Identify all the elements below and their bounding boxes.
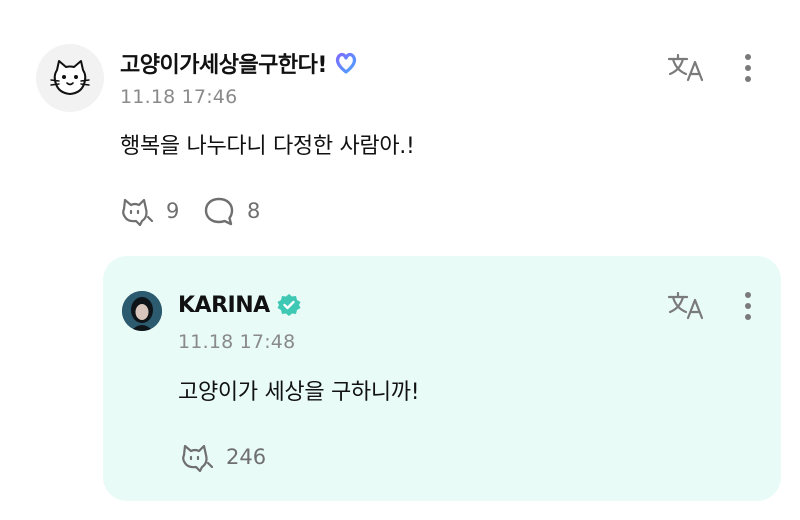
speech-bubble-icon	[204, 197, 234, 226]
reply-like-button[interactable]: 246	[178, 441, 266, 473]
reply-like-count: 246	[226, 445, 267, 469]
translate-icon	[667, 53, 704, 82]
comment-like-count: 9	[166, 199, 180, 223]
reply-author-label: KARINA	[178, 292, 270, 318]
comment-reply-count: 8	[247, 199, 261, 223]
comment-text: 행복을 나누다니 다정한 사람아.!	[120, 134, 415, 159]
comment-like-button[interactable]: 9	[118, 195, 179, 227]
reply-author-avatar[interactable]	[122, 291, 162, 331]
comment-author-avatar[interactable]	[36, 44, 104, 112]
reply-more-options-button[interactable]	[736, 288, 760, 324]
comment-author-name[interactable]: 고양이가세상을구한다!	[120, 47, 359, 79]
verified-badge-icon	[277, 294, 301, 316]
more-vertical-icon	[745, 292, 751, 320]
translate-button[interactable]	[664, 50, 708, 86]
comment-author-label: 고양이가세상을구한다!	[120, 53, 327, 78]
comment-timestamp: 11.18 17:46	[120, 86, 238, 108]
reply-translate-button[interactable]	[664, 288, 708, 324]
cat-face-icon	[50, 60, 90, 95]
reply-timestamp: 11.18 17:48	[178, 331, 296, 353]
reply-text: 고양이가 세상을 구하니까!	[178, 380, 420, 405]
like-cat-icon	[182, 444, 214, 473]
comment-reply-button[interactable]: 8	[203, 195, 260, 227]
more-options-button[interactable]	[736, 50, 760, 86]
reply-author-name[interactable]: KARINA	[178, 292, 302, 318]
more-vertical-icon	[745, 54, 751, 82]
like-cat-icon	[122, 198, 154, 227]
profile-photo-icon	[122, 291, 162, 331]
translate-icon	[667, 291, 704, 320]
heart-badge-icon	[335, 52, 357, 74]
